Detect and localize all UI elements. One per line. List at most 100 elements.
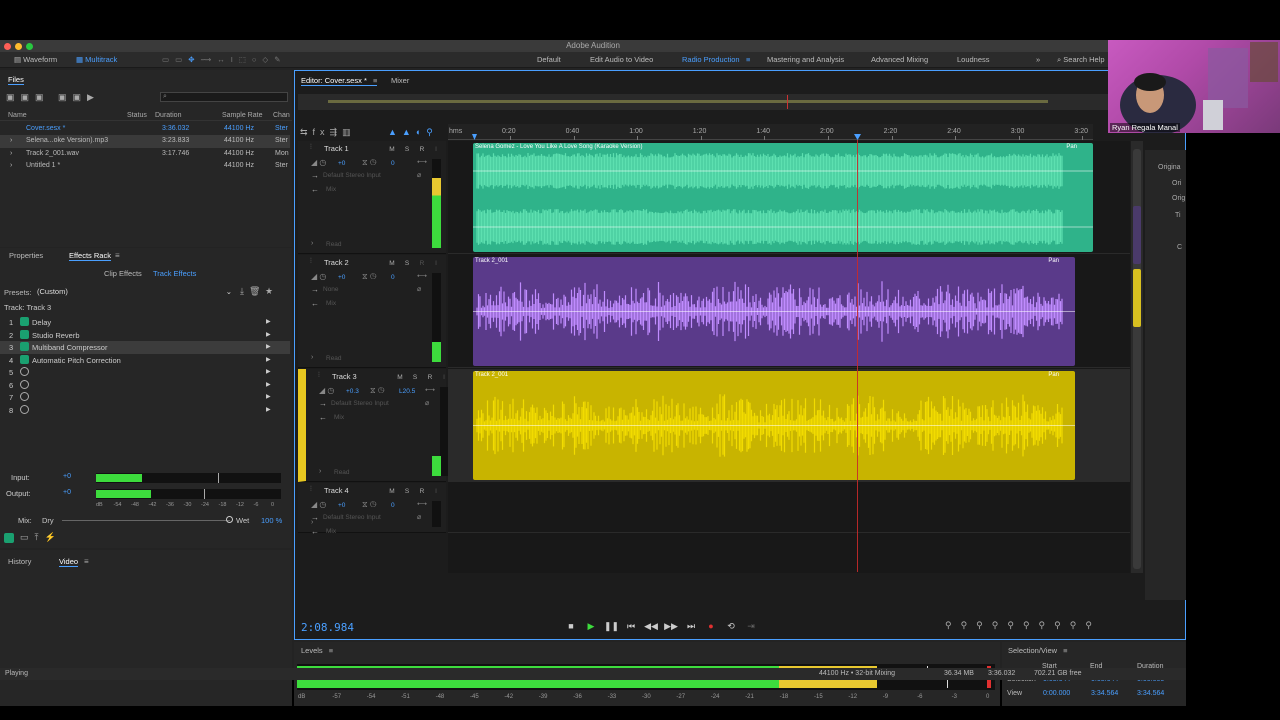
effect-slot[interactable]: 1 Delay ▶: [0, 316, 290, 329]
search-help-field[interactable]: ⌕ Search Help: [1057, 52, 1105, 68]
track-input[interactable]: None: [323, 286, 339, 293]
stop-icon[interactable]: ■: [564, 619, 578, 633]
skip-icon[interactable]: ⇥: [744, 619, 758, 633]
track-name[interactable]: Track 3: [332, 372, 357, 381]
close-window-icon[interactable]: [4, 42, 11, 50]
record-arm-button[interactable]: R: [417, 145, 427, 154]
file-row[interactable]: › Track 2_001.wav 3:17.746 44100 Hz Mon: [0, 148, 290, 161]
track-pan[interactable]: 0: [391, 502, 395, 509]
wet-value[interactable]: 100 %: [261, 516, 282, 525]
track-automation-mode[interactable]: Read: [326, 355, 342, 362]
record-arm-button[interactable]: R: [417, 259, 427, 268]
monitor-input-button[interactable]: I: [431, 145, 441, 154]
pan-knob-icon[interactable]: ⧖ ◷: [370, 386, 384, 396]
track-name[interactable]: Track 4: [324, 486, 349, 495]
power-icon[interactable]: [4, 533, 14, 543]
effect-slot[interactable]: 5 ▶: [0, 366, 290, 379]
workspace-loudness[interactable]: Loudness: [957, 52, 990, 68]
monitor-input-button[interactable]: I: [431, 259, 441, 268]
pan-knob-icon[interactable]: ⧖ ◷: [362, 500, 376, 510]
minimize-window-icon[interactable]: [15, 42, 22, 50]
workspace-edit-audio-to-video[interactable]: Edit Audio to Video: [590, 52, 653, 68]
effect-slot[interactable]: 7 ▶: [0, 391, 290, 404]
track-input[interactable]: Default Stereo Input: [323, 172, 381, 179]
tab-video[interactable]: Video: [59, 557, 79, 567]
record-arm-button[interactable]: R: [417, 487, 427, 496]
time-ruler[interactable]: [448, 124, 1093, 140]
preset-actions-icons[interactable]: ⤓🗑★: [240, 286, 278, 297]
track-name[interactable]: Track 1: [324, 144, 349, 153]
track-pan[interactable]: 0: [391, 274, 395, 281]
view-duration[interactable]: 3:34.564: [1137, 690, 1164, 697]
solo-button[interactable]: S: [402, 487, 412, 496]
effect-slot[interactable]: 2 Studio Reverb ▶: [0, 329, 290, 342]
track-lane[interactable]: [448, 483, 1130, 533]
effect-power-icon[interactable]: [20, 392, 29, 401]
waveform-view-button[interactable]: ▤ Waveform: [14, 52, 57, 68]
tab-history[interactable]: History: [8, 557, 31, 566]
pause-icon[interactable]: ❚❚: [604, 619, 619, 633]
presets-dropdown[interactable]: (Custom) ⌄: [34, 286, 234, 297]
tab-mixer[interactable]: Mixer: [391, 76, 409, 85]
effect-power-icon[interactable]: [20, 342, 29, 351]
track-automation-mode[interactable]: Read: [334, 469, 350, 476]
track-input[interactable]: Default Stereo Input: [331, 400, 389, 407]
multitrack-view-button[interactable]: ▦ Multitrack: [76, 52, 117, 68]
solo-button[interactable]: S: [402, 145, 412, 154]
volume-knob-icon[interactable]: ◢ ◷: [311, 500, 326, 509]
tool-icons[interactable]: ▭▭✥⟿↔I⬚○◇✎: [162, 52, 287, 68]
volume-knob-icon[interactable]: ◢ ◷: [311, 272, 326, 281]
track-tools-icons[interactable]: ⇆fx⇶▥: [300, 127, 356, 138]
monitor-input-button[interactable]: I: [431, 487, 441, 496]
track-volume[interactable]: +0: [338, 274, 345, 281]
workspace-advanced-mixing[interactable]: Advanced Mixing: [871, 52, 928, 68]
tab-clip-effects[interactable]: Clip Effects: [104, 269, 142, 278]
effect-slot[interactable]: 4 Automatic Pitch Correction ▶: [0, 354, 290, 367]
file-row[interactable]: Cover.sesx * 3:36.032 44100 Hz Ster: [0, 123, 290, 136]
view-tools-icons[interactable]: ▲▲◐⚲: [388, 127, 438, 138]
rewind-icon[interactable]: ◀◀: [644, 619, 658, 633]
mute-button[interactable]: M: [387, 487, 397, 496]
solo-button[interactable]: S: [402, 259, 412, 268]
play-icon[interactable]: ▶: [584, 619, 598, 633]
track-header[interactable]: ⫶ Track 2 M S R I ◢ ◷ +0 ⧖ ◷ 0 ⟷ → None ⌀ ← Mix › Read: [298, 255, 446, 368]
effect-power-icon[interactable]: [20, 367, 29, 376]
workspace-mastering[interactable]: Mastering and Analysis: [767, 52, 844, 68]
zoom-controls-icons[interactable]: ⚲⚲⚲⚲⚲⚲⚲⚲⚲⚲: [945, 620, 1101, 631]
pan-knob-icon[interactable]: ⧖ ◷: [362, 272, 376, 282]
vertical-scrollbar[interactable]: [1131, 141, 1143, 573]
audio-clip[interactable]: Track 2_001 Pan: [473, 257, 1075, 366]
track-header[interactable]: ⫶ Track 1 M S R I ◢ ◷ +0 ⧖ ◷ 0 ⟷ → Default Stereo In…: [298, 141, 446, 254]
go-to-start-icon[interactable]: ⏮: [624, 619, 638, 633]
mix-slider-handle[interactable]: [226, 516, 233, 523]
track-volume[interactable]: +0.3: [346, 388, 359, 395]
pan-knob-icon[interactable]: ⧖ ◷: [362, 158, 376, 168]
tab-properties[interactable]: Properties: [9, 251, 43, 260]
record-arm-button[interactable]: R: [425, 373, 435, 382]
rack-actions-icons[interactable]: ▭⤒⚡: [20, 532, 62, 543]
files-toolbar-icons[interactable]: ▣▣▣ ▣▣▶: [6, 92, 100, 103]
mix-slider[interactable]: [62, 520, 230, 521]
volume-knob-icon[interactable]: ◢ ◷: [311, 158, 326, 167]
track-output[interactable]: Mix: [334, 414, 344, 421]
track-output[interactable]: Mix: [326, 186, 336, 193]
workspace-radio-production[interactable]: Radio Production: [682, 52, 740, 68]
effect-power-icon[interactable]: [20, 404, 29, 414]
panel-menu-icon[interactable]: ≡: [84, 557, 89, 566]
mute-button[interactable]: M: [387, 259, 397, 268]
loop-icon[interactable]: ⟲: [724, 619, 738, 633]
effect-slot[interactable]: 6 ▶: [0, 379, 290, 392]
track-volume[interactable]: +0: [338, 502, 345, 509]
track-volume[interactable]: +0: [338, 160, 345, 167]
view-start[interactable]: 0:00.000: [1043, 690, 1070, 697]
track-header[interactable]: ⫶ Track 4 M S R I ◢ ◷ +0 ⧖ ◷ 0 ⟷ → Default Stereo In…: [298, 483, 446, 536]
fast-forward-icon[interactable]: ▶▶: [664, 619, 678, 633]
effect-power-icon[interactable]: [20, 379, 29, 389]
effect-power-icon[interactable]: [20, 329, 29, 339]
workspace-menu-icon[interactable]: ≡: [746, 52, 750, 68]
track-pan[interactable]: L20.5: [399, 388, 415, 395]
view-end[interactable]: 3:34.564: [1091, 690, 1118, 697]
record-icon[interactable]: ●: [704, 619, 718, 633]
volume-knob-icon[interactable]: ◢ ◷: [319, 386, 334, 395]
workspace-default[interactable]: Default: [537, 52, 561, 68]
